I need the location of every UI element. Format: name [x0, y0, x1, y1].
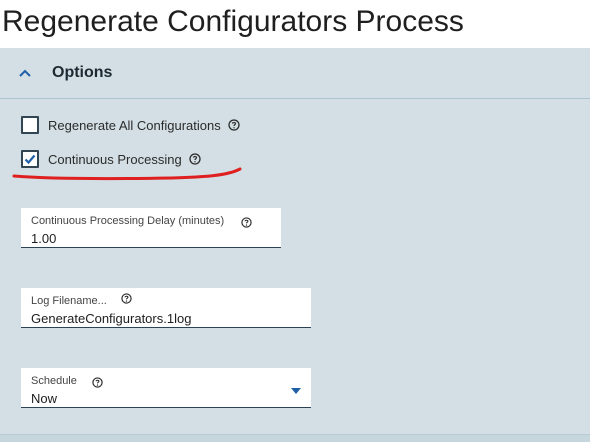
- caret-down-icon[interactable]: [291, 388, 301, 394]
- schedule-field-label: Schedule: [31, 375, 77, 387]
- regenerate-all-label: Regenerate All Configurations: [48, 117, 221, 133]
- help-icon[interactable]: [189, 153, 201, 165]
- checkmark-icon: [24, 154, 36, 165]
- schedule-field-value: Now: [31, 391, 58, 406]
- log-field-label: Log Filename...: [31, 295, 107, 307]
- help-icon[interactable]: [121, 293, 132, 304]
- help-icon[interactable]: [228, 119, 240, 131]
- help-icon[interactable]: [92, 377, 103, 388]
- options-header[interactable]: Options: [0, 48, 590, 99]
- continuous-processing-label: Continuous Processing: [48, 151, 182, 167]
- delay-field-label: Continuous Processing Delay (minutes): [31, 215, 225, 227]
- log-filename-field[interactable]: Log Filename... GenerateConfigurators.1l…: [21, 288, 311, 328]
- delay-field-value[interactable]: 1.00: [31, 231, 56, 246]
- annotation-underline: [12, 167, 242, 181]
- page-title: Regenerate Configurators Process: [2, 5, 464, 38]
- next-section-edge: [0, 434, 590, 442]
- chevron-up-icon[interactable]: [18, 66, 32, 80]
- log-field-value[interactable]: GenerateConfigurators.1log: [31, 311, 191, 326]
- help-icon[interactable]: [241, 217, 252, 228]
- options-section-title: Options: [52, 64, 113, 81]
- regenerate-all-row[interactable]: Regenerate All Configurations: [21, 115, 240, 135]
- continuous-processing-delay-field[interactable]: Continuous Processing Delay (minutes) 1.…: [21, 208, 281, 248]
- schedule-dropdown[interactable]: Schedule Now: [21, 368, 311, 408]
- options-panel: Options Regenerate All Configurations Co…: [0, 48, 590, 442]
- regenerate-all-checkbox[interactable]: [21, 116, 39, 134]
